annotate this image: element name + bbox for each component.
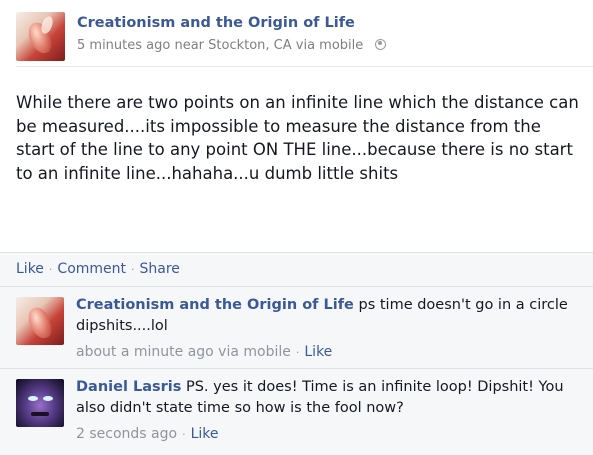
comment-link[interactable]: Comment — [57, 261, 126, 277]
comment-text: Daniel Lasris PS. yes it does! Time is a… — [76, 377, 576, 419]
comment-item: Daniel Lasris PS. yes it does! Time is a… — [0, 368, 593, 455]
globe-icon[interactable] — [375, 39, 387, 50]
share-link[interactable]: Share — [140, 261, 180, 277]
separator-dot: · — [295, 346, 300, 359]
post-action-bar: Like · Comment · Share — [0, 252, 593, 286]
comment-text: Creationism and the Origin of Life ps ti… — [76, 295, 576, 337]
post-header: Creationism and the Origin of Life 5 min… — [16, 10, 583, 62]
like-link[interactable]: Like — [16, 261, 44, 277]
post-author-link[interactable]: Creationism and the Origin of Life — [77, 15, 355, 31]
separator-dot: · — [48, 263, 53, 276]
post-meta: 5 minutes ago near Stockton, CA via mobi… — [77, 38, 387, 53]
header-divider — [16, 66, 593, 67]
commenter-avatar[interactable] — [16, 297, 64, 345]
comment-author-link[interactable]: Creationism and the Origin of Life — [76, 297, 354, 313]
comment-meta: about a minute ago via mobile · Like — [76, 344, 332, 360]
post-body: While there are two points on an infinit… — [16, 93, 579, 183]
separator-dot: · — [131, 263, 135, 276]
separator-dot: · — [182, 428, 186, 441]
comment-like-link[interactable]: Like — [304, 344, 332, 360]
commenter-avatar[interactable] — [16, 379, 64, 427]
comment-timestamp[interactable]: 2 seconds ago — [76, 426, 177, 442]
page-avatar[interactable] — [16, 12, 65, 61]
comment-meta: 2 seconds ago · Like — [76, 426, 218, 442]
comment-timestamp[interactable]: about a minute ago via mobile — [76, 344, 291, 360]
comment-item: Creationism and the Origin of Life ps ti… — [0, 286, 593, 368]
comment-like-link[interactable]: Like — [191, 426, 219, 442]
comment-author-link[interactable]: Daniel Lasris — [76, 379, 181, 395]
post-timestamp[interactable]: 5 minutes ago near Stockton, CA via mobi… — [77, 38, 363, 53]
